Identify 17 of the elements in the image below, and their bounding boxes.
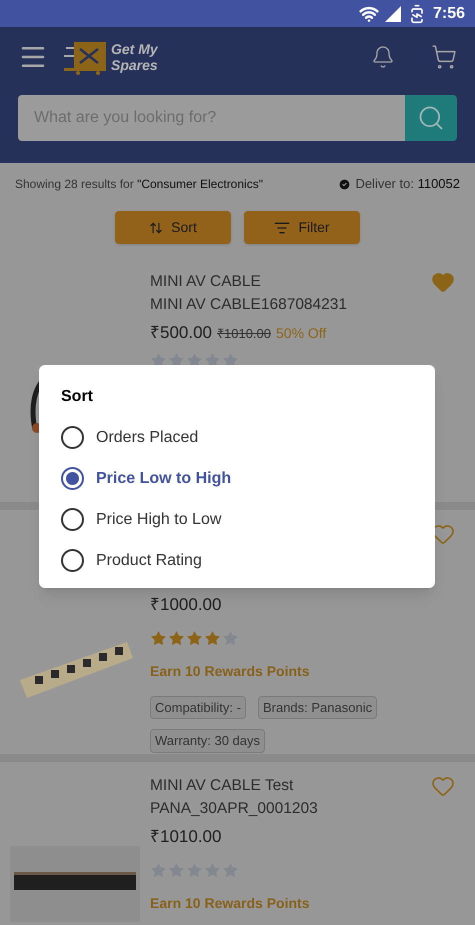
rewards-text: Earn 10 Rewards Points <box>150 894 311 912</box>
product-title: MINI AV CABLE MINI AV CABLE1687084231 <box>150 272 348 315</box>
price: ₹1010.00 <box>150 826 222 848</box>
discount: 50% Off <box>276 324 326 343</box>
price: ₹500.00 <box>150 322 212 344</box>
logo-text: Get My Spares <box>111 41 158 73</box>
spec-tag: Compatibility: - <box>150 696 246 719</box>
spec-tag: Brands: Panasonic <box>258 696 378 719</box>
delivery-pincode: Deliver to: 110052 <box>355 175 460 194</box>
price: ₹1000.00 <box>150 594 222 616</box>
dialog-title: Sort <box>61 387 94 407</box>
old-price: ₹1010.00 <box>217 325 271 343</box>
results-summary: Showing 28 results for "Consumer Electronics" <box>15 176 263 193</box>
clock: 7:56 <box>432 4 465 24</box>
rewards-text: Earn 10 Rewards Points <box>150 662 311 680</box>
product-title: MINI AV CABLE Test PANA_30APR_0001203 <box>150 776 318 819</box>
spec-tag: Warranty: 30 days <box>150 729 266 752</box>
